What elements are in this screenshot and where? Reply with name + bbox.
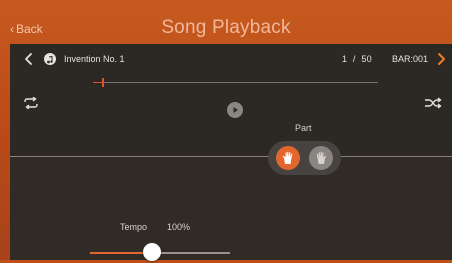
bar-counter: BAR:001	[392, 54, 429, 64]
header-bar: ‹ Back Song Playback	[0, 0, 452, 44]
playback-panel: Invention No. 1 1 / 50 BAR:001 Tempo 100…	[10, 44, 452, 263]
play-icon	[233, 107, 238, 113]
song-counter-separator: /	[352, 54, 356, 64]
controls-section: Tempo 100%	[10, 157, 452, 263]
left-hand-button[interactable]	[309, 146, 333, 170]
song-total-number: 50	[361, 54, 372, 64]
song-current-number: 1	[342, 54, 348, 64]
tempo-slider[interactable]	[90, 243, 230, 263]
tempo-value: 100%	[167, 222, 191, 232]
part-selector	[268, 141, 341, 175]
song-section: Invention No. 1 1 / 50 BAR:001	[10, 44, 452, 156]
app-window: ‹ Back Song Playback Invention No. 1 1 /…	[0, 0, 452, 263]
song-progress-track[interactable]	[93, 82, 378, 83]
previous-song-button[interactable]	[22, 52, 36, 66]
right-hand-icon	[282, 151, 293, 164]
song-counter: 1 / 50	[342, 54, 372, 64]
right-hand-button[interactable]	[276, 146, 300, 170]
tempo-label: Tempo	[120, 222, 148, 232]
page-title: Song Playback	[161, 17, 291, 38]
play-button[interactable]	[227, 102, 243, 118]
music-note-icon	[44, 53, 56, 65]
song-progress-handle[interactable]	[101, 78, 104, 87]
left-hand-icon	[316, 151, 327, 164]
shuffle-icon[interactable]	[424, 97, 442, 109]
tempo-slider-thumb[interactable]	[142, 243, 161, 261]
next-song-button[interactable]	[434, 52, 448, 66]
part-label: Part	[295, 123, 312, 133]
song-name[interactable]: Invention No. 1	[64, 54, 125, 64]
repeat-icon[interactable]	[22, 97, 40, 109]
